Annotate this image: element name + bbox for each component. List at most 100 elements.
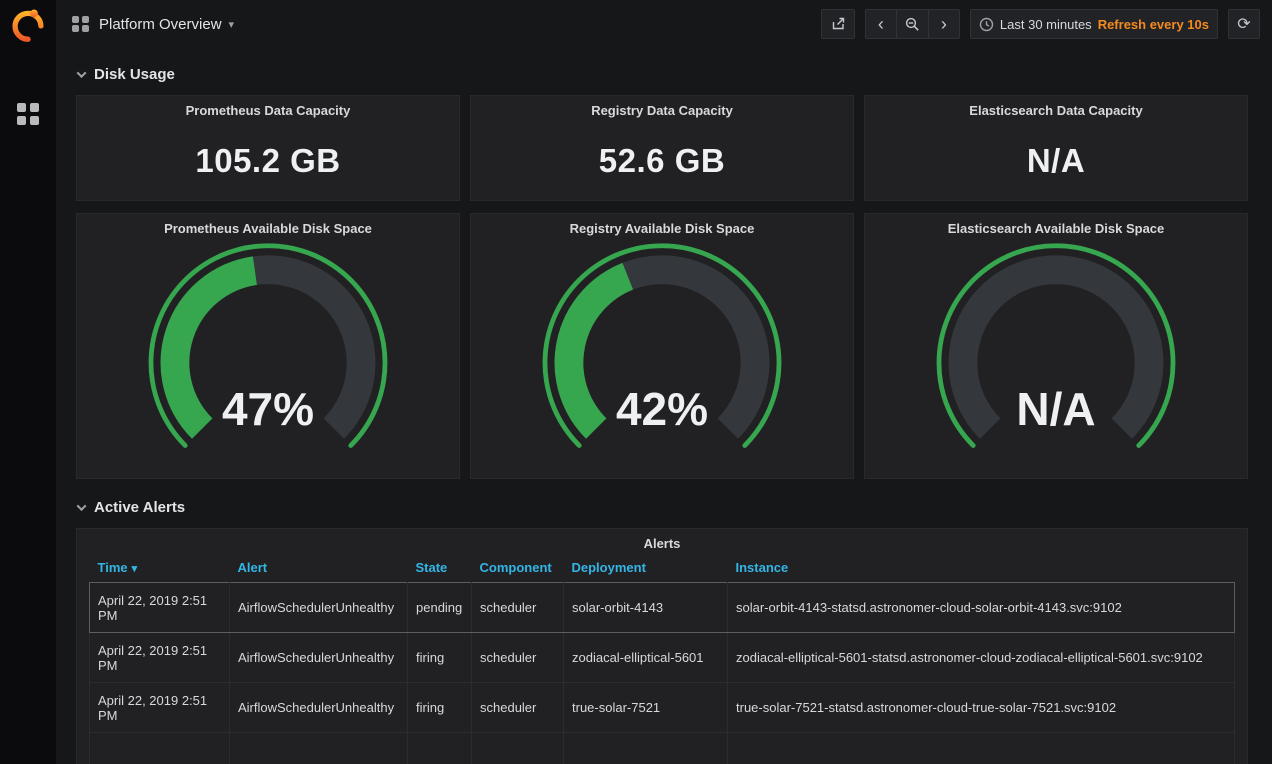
column-header-alert[interactable]: Alert bbox=[230, 555, 408, 583]
section-active-alerts[interactable]: Active Alerts bbox=[78, 499, 1248, 516]
gauge-chart bbox=[124, 240, 412, 475]
panel-registry-available-disk: Registry Available Disk Space 42% bbox=[470, 213, 854, 479]
panel-title[interactable]: Registry Available Disk Space bbox=[471, 214, 853, 240]
column-header-deployment[interactable]: Deployment bbox=[564, 555, 728, 583]
panel-prometheus-available-disk: Prometheus Available Disk Space 47% bbox=[76, 213, 460, 479]
cell-instance: true-solar-7521-statsd.astronomer-cloud-… bbox=[728, 683, 1235, 733]
panel-registry-data-capacity: Registry Data Capacity 52.6 GB bbox=[470, 95, 854, 201]
cell-alert: AirflowSchedulerUnhealthy bbox=[230, 683, 408, 733]
gauge-wrap: N/A bbox=[865, 240, 1247, 478]
dashboard-icon bbox=[72, 16, 89, 33]
time-range-picker-button[interactable]: Last 30 minutes Refresh every 10s bbox=[970, 9, 1218, 39]
stats-row: Prometheus Data Capacity 105.2 GB Regist… bbox=[76, 95, 1248, 201]
cell-time: April 22, 2019 2:51 PM bbox=[90, 583, 230, 633]
cell-instance: zodiacal-elliptical-5601-statsd.astronom… bbox=[728, 633, 1235, 683]
refresh-button[interactable]: ⟳ bbox=[1228, 9, 1260, 39]
cell-state: firing bbox=[408, 683, 472, 733]
time-back-button[interactable]: ‹ bbox=[865, 9, 897, 39]
gauge-wrap: 42% bbox=[471, 240, 853, 478]
table-header-row: Time ▾ Alert State Component Deployment I… bbox=[90, 555, 1235, 583]
cell-component: scheduler bbox=[472, 583, 564, 633]
column-header-instance[interactable]: Instance bbox=[728, 555, 1235, 583]
panel-elasticsearch-data-capacity: Elasticsearch Data Capacity N/A bbox=[864, 95, 1248, 201]
panel-title[interactable]: Alerts bbox=[77, 529, 1247, 555]
chevron-down-icon bbox=[77, 68, 87, 78]
share-button[interactable] bbox=[821, 9, 855, 39]
main-area: Platform Overview ▾ ‹ bbox=[56, 0, 1272, 764]
time-forward-button[interactable]: › bbox=[928, 9, 960, 39]
stat-value: 52.6 GB bbox=[471, 122, 853, 200]
top-navbar: Platform Overview ▾ ‹ bbox=[56, 0, 1272, 48]
topbar-right: ‹ › bbox=[821, 9, 1260, 39]
table-row: April 22, 2019 2:51 PM AirflowSchedulerU… bbox=[90, 583, 1235, 633]
cell-component: scheduler bbox=[472, 633, 564, 683]
zoom-out-button[interactable] bbox=[896, 9, 929, 39]
stat-value: N/A bbox=[865, 122, 1247, 200]
topbar-left: Platform Overview ▾ bbox=[72, 16, 234, 33]
cell-time: April 22, 2019 2:51 PM bbox=[90, 633, 230, 683]
gauge-chart bbox=[912, 240, 1200, 475]
cell-alert: AirflowSchedulerUnhealthy bbox=[230, 583, 408, 633]
gauge-chart bbox=[518, 240, 806, 475]
cell-alert: AirflowSchedulerUnhealthy bbox=[230, 633, 408, 683]
cell-component: scheduler bbox=[472, 683, 564, 733]
chevron-right-icon: › bbox=[941, 15, 947, 33]
grafana-logo-icon[interactable] bbox=[7, 3, 49, 45]
column-label: Component bbox=[480, 560, 552, 575]
panel-title[interactable]: Elasticsearch Data Capacity bbox=[865, 96, 1247, 122]
panel-title[interactable]: Registry Data Capacity bbox=[471, 96, 853, 122]
alerts-table: Time ▾ Alert State Component Deployment I… bbox=[89, 555, 1235, 764]
table-row: April 22, 2019 2:51 PM AirflowSchedulerU… bbox=[90, 633, 1235, 683]
column-header-state[interactable]: State bbox=[408, 555, 472, 583]
chevron-down-icon: ▾ bbox=[229, 18, 235, 31]
gauge-value: 47% bbox=[77, 382, 459, 436]
dashboards-grid-icon bbox=[17, 103, 39, 125]
panel-title[interactable]: Prometheus Data Capacity bbox=[77, 96, 459, 122]
cell-deployment: zodiacal-elliptical-5601 bbox=[564, 633, 728, 683]
dashboard-content: Disk Usage Prometheus Data Capacity 105.… bbox=[56, 48, 1272, 764]
gauge-wrap: 47% bbox=[77, 240, 459, 478]
share-icon bbox=[830, 16, 846, 32]
cell-deployment: true-solar-7521 bbox=[564, 683, 728, 733]
panel-title[interactable]: Prometheus Available Disk Space bbox=[77, 214, 459, 240]
chevron-left-icon: ‹ bbox=[878, 15, 884, 33]
panel-alerts-table: Alerts Time ▾ Alert bbox=[76, 528, 1248, 764]
table-row-partial bbox=[90, 733, 1235, 764]
column-label: Alert bbox=[238, 560, 268, 575]
sort-desc-icon: ▾ bbox=[132, 563, 138, 575]
zoom-out-icon bbox=[905, 17, 920, 32]
column-header-time[interactable]: Time ▾ bbox=[90, 555, 230, 583]
gauge-value: 42% bbox=[471, 382, 853, 436]
time-range-label: Last 30 minutes bbox=[1000, 17, 1092, 32]
gauges-row: Prometheus Available Disk Space 47% Regi… bbox=[76, 213, 1248, 479]
dashboard-title: Platform Overview bbox=[99, 16, 222, 33]
section-label: Disk Usage bbox=[94, 66, 175, 83]
grafana-logo-icon bbox=[9, 5, 47, 43]
section-disk-usage[interactable]: Disk Usage bbox=[78, 66, 1248, 83]
sidebar bbox=[0, 0, 56, 764]
chevron-down-icon bbox=[77, 501, 87, 511]
stat-value: 105.2 GB bbox=[77, 122, 459, 200]
clock-icon bbox=[979, 17, 994, 32]
time-nav-group: ‹ › bbox=[865, 9, 960, 39]
cell-time: April 22, 2019 2:51 PM bbox=[90, 683, 230, 733]
column-label: Deployment bbox=[572, 560, 646, 575]
table-row: April 22, 2019 2:51 PM AirflowSchedulerU… bbox=[90, 683, 1235, 733]
dashboard-title-button[interactable]: Platform Overview ▾ bbox=[99, 16, 234, 33]
refresh-icon: ⟳ bbox=[1237, 14, 1250, 34]
cell-state: firing bbox=[408, 633, 472, 683]
refresh-interval-label: Refresh every 10s bbox=[1098, 17, 1209, 32]
column-label: Instance bbox=[736, 560, 789, 575]
cell-instance: solar-orbit-4143-statsd.astronomer-cloud… bbox=[728, 583, 1235, 633]
section-label: Active Alerts bbox=[94, 499, 185, 516]
column-label: Time bbox=[98, 560, 128, 575]
panel-title[interactable]: Elasticsearch Available Disk Space bbox=[865, 214, 1247, 240]
panel-elasticsearch-available-disk: Elasticsearch Available Disk Space N/A bbox=[864, 213, 1248, 479]
cell-deployment: solar-orbit-4143 bbox=[564, 583, 728, 633]
cell-state: pending bbox=[408, 583, 472, 633]
column-header-component[interactable]: Component bbox=[472, 555, 564, 583]
panel-prometheus-data-capacity: Prometheus Data Capacity 105.2 GB bbox=[76, 95, 460, 201]
gauge-value: N/A bbox=[865, 382, 1247, 436]
sidebar-item-dashboards[interactable] bbox=[17, 103, 39, 125]
alerts-table-container: Time ▾ Alert State Component Deployment I… bbox=[77, 555, 1247, 764]
